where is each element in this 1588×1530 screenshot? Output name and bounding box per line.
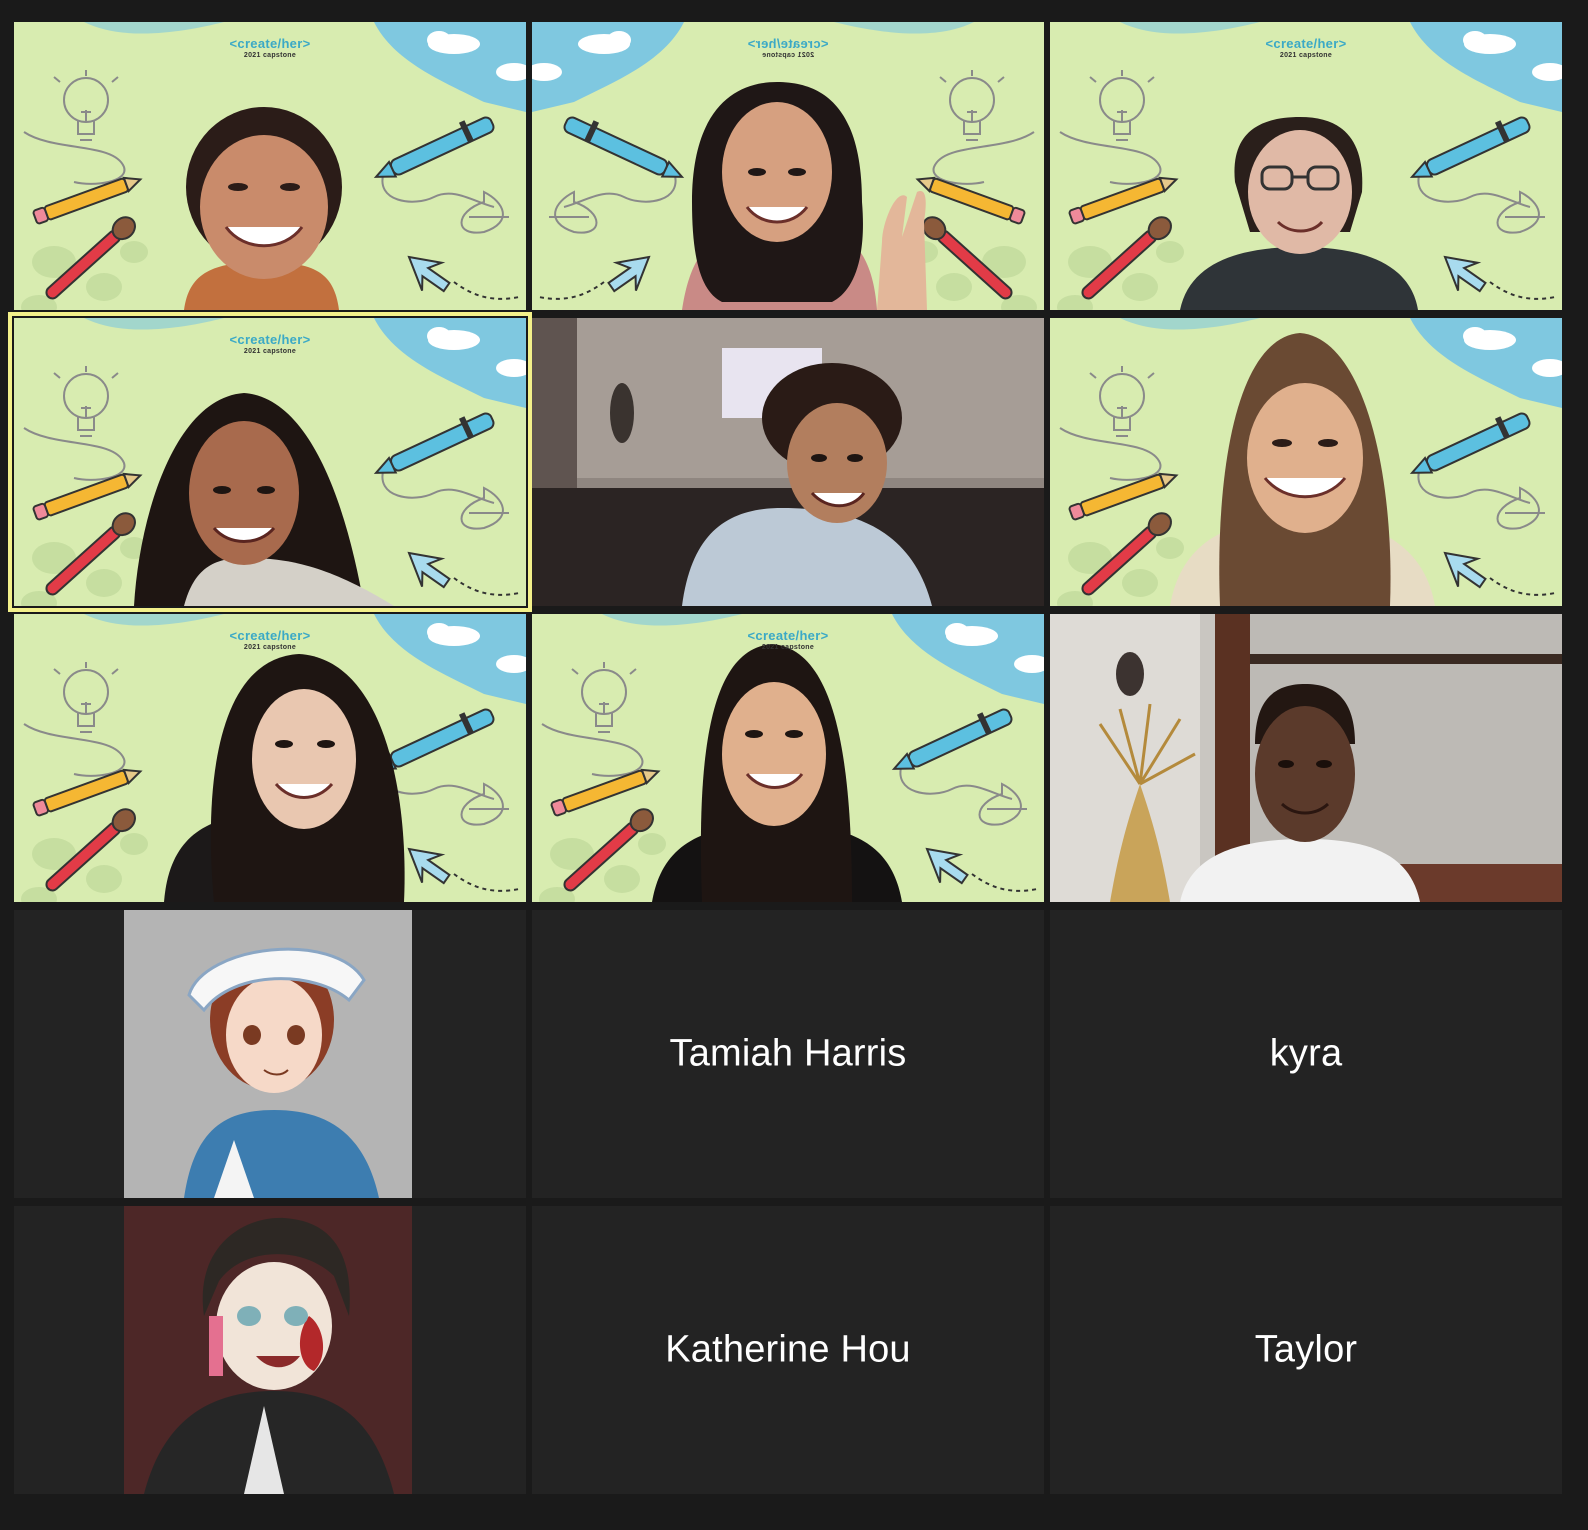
background-brand: <create/her> 2021 capstone xyxy=(747,36,829,59)
participant-tile-14[interactable]: Katherine Hou xyxy=(532,1206,1044,1494)
participant-tile-13[interactable] xyxy=(14,1206,526,1494)
participant-tile-5[interactable] xyxy=(532,318,1044,606)
participant-tile-1[interactable]: <create/her> 2021 capstone xyxy=(14,22,526,310)
participant-tile-8[interactable]: <create/her> 2021 capstone xyxy=(532,614,1044,902)
profile-avatar xyxy=(124,1206,412,1494)
participant-tile-3[interactable]: <create/her> 2021 capstone xyxy=(1050,22,1562,310)
camera-feed xyxy=(532,318,1044,606)
participant-tile-15[interactable]: Taylor xyxy=(1050,1206,1562,1494)
background-brand: <create/her> 2021 capstone xyxy=(747,628,829,651)
participant-tile-2[interactable]: <create/her> 2021 capstone xyxy=(532,22,1044,310)
virtual-background xyxy=(532,22,1044,310)
participant-tile-6[interactable] xyxy=(1050,318,1562,606)
virtual-background xyxy=(1050,22,1562,310)
participant-tile-7[interactable]: <create/her> 2021 capstone xyxy=(14,614,526,902)
participant-tile-4-active-speaker[interactable]: <create/her> 2021 capstone xyxy=(8,312,532,612)
background-brand: <create/her> 2021 capstone xyxy=(229,332,311,355)
virtual-background xyxy=(1050,318,1562,606)
background-brand: <create/her> 2021 capstone xyxy=(229,628,311,651)
background-brand: <create/her> 2021 capstone xyxy=(1265,36,1347,59)
video-grid: <create/her> 2021 capstone <create/her> … xyxy=(0,0,1588,1530)
participant-name: kyra xyxy=(1269,1032,1343,1075)
participant-tile-11[interactable]: Tamiah Harris xyxy=(532,910,1044,1198)
participant-name: Katherine Hou xyxy=(665,1328,911,1371)
virtual-background xyxy=(14,318,526,606)
background-brand: <create/her> 2021 capstone xyxy=(229,36,311,59)
participant-name: Taylor xyxy=(1254,1328,1358,1371)
participant-tile-10[interactable] xyxy=(14,910,526,1198)
virtual-background xyxy=(14,614,526,902)
participant-name: Tamiah Harris xyxy=(669,1032,907,1075)
participant-tile-12[interactable]: kyra xyxy=(1050,910,1562,1198)
participant-tile-9[interactable] xyxy=(1050,614,1562,902)
camera-feed xyxy=(1050,614,1562,902)
virtual-background xyxy=(14,22,526,310)
profile-avatar xyxy=(124,910,412,1198)
virtual-background xyxy=(532,614,1044,902)
